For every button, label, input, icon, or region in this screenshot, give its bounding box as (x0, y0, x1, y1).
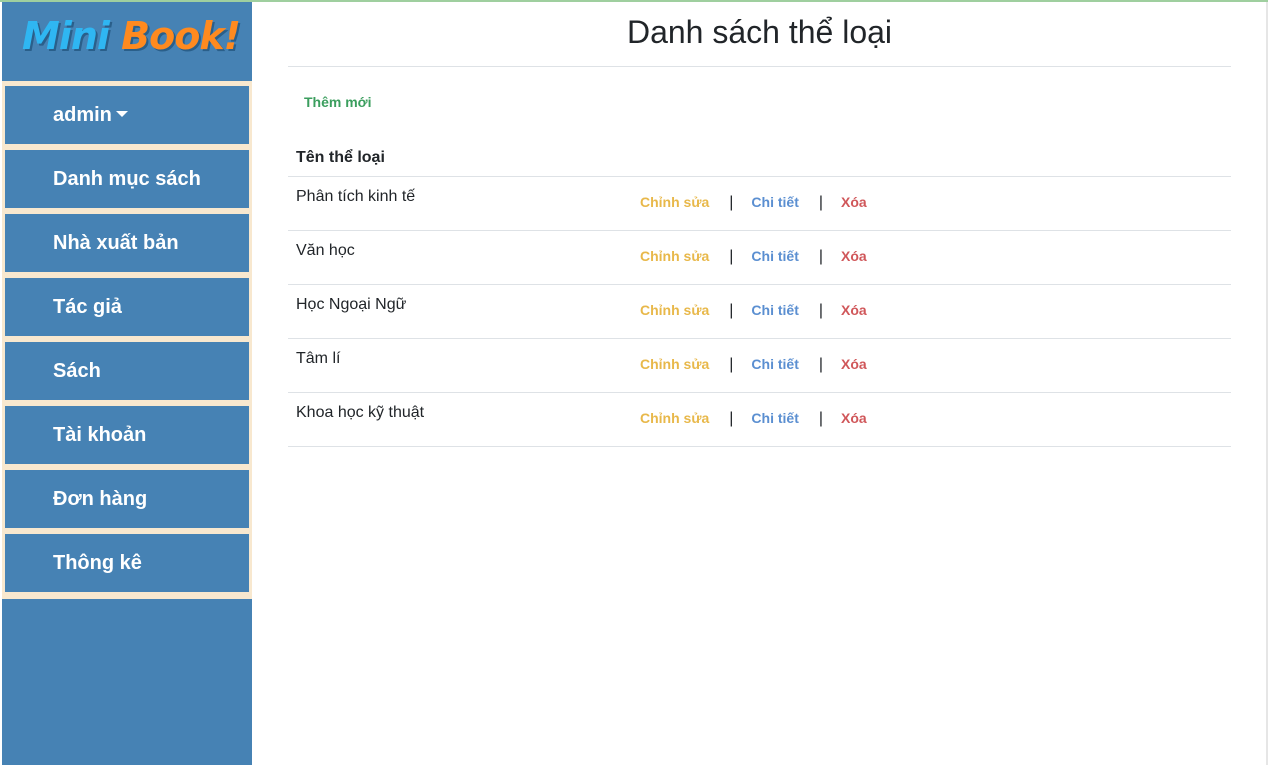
sidebar-item-orders[interactable]: Đơn hàng (5, 470, 249, 528)
sidebar-item-publishers[interactable]: Nhà xuất bản (5, 214, 249, 272)
detail-link[interactable]: Chi tiết (751, 248, 798, 264)
separator: | (729, 356, 734, 373)
sidebar-item-admin[interactable]: admin (5, 86, 249, 144)
logo-mini: Mini (22, 14, 110, 58)
sidebar-item-label: Nhà xuất bản (53, 232, 179, 254)
row-actions: Chỉnh sửa | Chi tiết | Xóa (640, 356, 867, 374)
title-divider (288, 66, 1231, 67)
detail-link[interactable]: Chi tiết (751, 194, 798, 210)
edit-link[interactable]: Chỉnh sửa (640, 194, 709, 210)
delete-link[interactable]: Xóa (841, 302, 867, 318)
separator: | (729, 302, 734, 319)
separator: | (818, 248, 824, 265)
table-row: Tâm lí Chỉnh sửa | Chi tiết | Xóa (288, 339, 1231, 393)
delete-link[interactable]: Xóa (841, 248, 867, 264)
category-name: Phân tích kinh tế (296, 188, 416, 205)
logo-book: Book! (121, 14, 241, 58)
sidebar-item-statistics[interactable]: Thông kê (5, 534, 249, 592)
delete-link[interactable]: Xóa (841, 356, 867, 372)
logo[interactable]: Mini Book! (2, 2, 252, 78)
table-header: Tên thể loại (288, 139, 1231, 177)
separator: | (818, 356, 824, 373)
logo-text: Mini Book! (22, 14, 241, 58)
separator: | (818, 194, 824, 211)
separator: | (729, 410, 734, 427)
table-row: Phân tích kinh tế Chỉnh sửa | Chi tiết | Xóa (288, 177, 1231, 231)
category-name: Tâm lí (296, 350, 341, 367)
delete-link[interactable]: Xóa (841, 194, 867, 210)
edit-link[interactable]: Chỉnh sửa (640, 248, 709, 264)
sidebar-menu: admin Danh mục sách Nhà xuất bản Tác giả… (2, 81, 252, 599)
detail-link[interactable]: Chi tiết (751, 410, 798, 426)
edit-link[interactable]: Chỉnh sửa (640, 410, 709, 426)
sidebar-item-books[interactable]: Sách (5, 342, 249, 400)
sidebar-item-label: Tài khoản (53, 424, 147, 446)
category-name: Học Ngoại Ngữ (296, 296, 407, 313)
detail-link[interactable]: Chi tiết (751, 356, 798, 372)
edit-link[interactable]: Chỉnh sửa (640, 302, 709, 318)
add-new-link[interactable]: Thêm mới (304, 94, 372, 110)
table-row: Văn học Chỉnh sửa | Chi tiết | Xóa (288, 231, 1231, 285)
category-name: Văn học (296, 242, 355, 259)
detail-link[interactable]: Chi tiết (751, 302, 798, 318)
separator: | (729, 248, 734, 265)
sidebar-item-book-categories[interactable]: Danh mục sách (5, 150, 249, 208)
caret-down-icon (115, 110, 128, 117)
category-name: Khoa học kỹ thuật (296, 404, 425, 421)
app-window: Mini Book! admin Danh mục sách Nhà xuất … (0, 0, 1268, 765)
sidebar-item-authors[interactable]: Tác giả (5, 278, 249, 336)
table-row: Khoa học kỹ thuật Chỉnh sửa | Chi tiết | Xóa (288, 393, 1231, 447)
separator: | (818, 302, 824, 319)
sidebar-item-label: Tác giả (53, 296, 122, 318)
sidebar-item-label: Danh mục sách (53, 168, 201, 190)
separator: | (729, 194, 734, 211)
sidebar-item-label: Sách (53, 360, 101, 382)
table-row: Học Ngoại Ngữ Chỉnh sửa | Chi tiết | Xóa (288, 285, 1231, 339)
row-actions: Chỉnh sửa | Chi tiết | Xóa (640, 302, 867, 320)
edit-link[interactable]: Chỉnh sửa (640, 356, 709, 372)
delete-link[interactable]: Xóa (841, 410, 867, 426)
page-title: Danh sách thể loại (626, 14, 893, 50)
row-actions: Chỉnh sửa | Chi tiết | Xóa (640, 410, 867, 428)
category-table: Tên thể loại Phân tích kinh tế Chỉnh sửa… (288, 139, 1231, 447)
sidebar-item-label: admin (53, 104, 112, 126)
sidebar-item-label: Thông kê (53, 552, 142, 574)
separator: | (818, 410, 824, 427)
row-actions: Chỉnh sửa | Chi tiết | Xóa (640, 248, 867, 266)
sidebar-item-label: Đơn hàng (53, 488, 148, 510)
row-actions: Chỉnh sửa | Chi tiết | Xóa (640, 194, 867, 212)
sidebar: Mini Book! admin Danh mục sách Nhà xuất … (2, 2, 252, 765)
sidebar-item-accounts[interactable]: Tài khoản (5, 406, 249, 464)
